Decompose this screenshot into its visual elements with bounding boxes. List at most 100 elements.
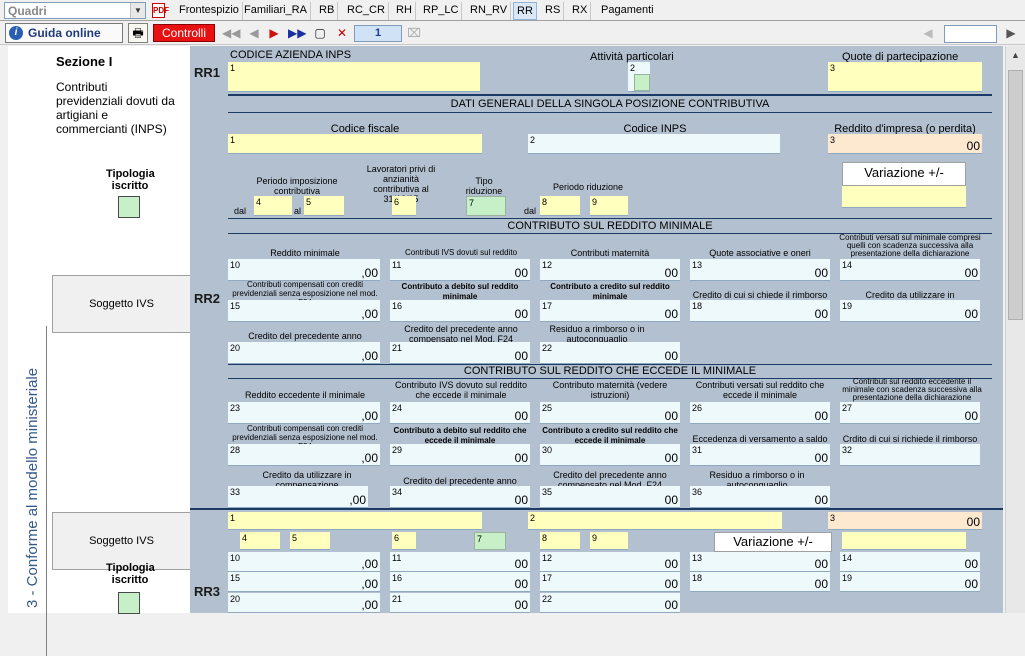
rr3-f17[interactable]: 17 00 — [540, 572, 680, 592]
rr1-label: RR1 — [194, 65, 221, 80]
f16-field[interactable]: 16 00 — [390, 300, 530, 322]
tab-rx[interactable]: RX — [569, 2, 592, 20]
f15-field[interactable]: 15,00 — [228, 300, 380, 322]
tipo-riduzione-field[interactable]: 7 — [466, 196, 506, 216]
reddito-impresa-field[interactable]: 3 00 — [828, 134, 982, 154]
scroll-right-icon[interactable]: ▶ — [1003, 25, 1019, 41]
tab-rb[interactable]: RB — [316, 2, 339, 20]
tipologia-checkbox[interactable] — [118, 196, 140, 218]
f11-field[interactable]: 11 00 — [390, 259, 530, 281]
f29-field[interactable]: 29 00 — [390, 444, 530, 466]
print-icon[interactable]: 🖶 — [128, 23, 148, 43]
rr3-f15[interactable]: 15,00 — [228, 572, 380, 592]
controlli-button[interactable]: Controlli — [153, 24, 215, 42]
periodo-dal-field[interactable]: 4 — [254, 196, 292, 216]
attivita-checkbox[interactable] — [634, 74, 650, 91]
soggetto-ivs-button[interactable]: Soggetto IVS — [52, 275, 191, 333]
sezione-description: Contributi previdenziali dovuti da artig… — [56, 80, 175, 136]
codice-azienda-field[interactable]: 1 — [228, 62, 480, 92]
f24-field[interactable]: 24 00 — [390, 402, 530, 424]
f32-field[interactable]: 32 — [840, 444, 980, 466]
f12-field[interactable]: 12 00 — [540, 259, 680, 281]
f21-field[interactable]: 21 00 — [390, 342, 530, 364]
rr3-f20[interactable]: 20,00 — [228, 593, 380, 613]
tipologia-checkbox-2[interactable] — [118, 592, 140, 614]
clear-icon[interactable]: ⌧ — [406, 25, 422, 41]
next-page-icon[interactable]: ▶ — [266, 25, 282, 41]
rr3-f10[interactable]: 10,00 — [228, 552, 380, 572]
rr3-f6[interactable]: 6 — [392, 532, 416, 550]
f19-field[interactable]: 19 00 — [840, 300, 980, 322]
f10-field[interactable]: 10,00 — [228, 259, 380, 281]
rr3-f4[interactable]: 4 — [240, 532, 280, 550]
guida-online-button[interactable]: i Guida online — [5, 23, 123, 43]
quote-field[interactable]: 3 — [828, 62, 982, 92]
f13-field[interactable]: 13 00 — [690, 259, 830, 281]
page-number-field[interactable]: 1 — [354, 25, 402, 42]
tab-rn-rv[interactable]: RN_RV — [467, 2, 512, 20]
rr3-f18[interactable]: 18 00 — [690, 572, 830, 592]
rr3-f14[interactable]: 14 00 — [840, 552, 980, 572]
rr3-f5[interactable]: 5 — [290, 532, 330, 550]
f36-field[interactable]: 36 00 — [690, 486, 830, 508]
rr3-reddito-impresa[interactable]: 3 00 — [828, 512, 982, 530]
f20-field[interactable]: 20,00 — [228, 342, 380, 364]
pdf-icon[interactable]: PDF — [152, 3, 169, 18]
tab-rp-lc[interactable]: RP_LC — [420, 2, 463, 20]
f34-field[interactable]: 34 00 — [390, 486, 530, 508]
f14-field[interactable]: 14 00 — [840, 259, 980, 281]
rr3-f8[interactable]: 8 — [540, 532, 580, 550]
tab-rh[interactable]: RH — [393, 2, 416, 20]
vertical-scrollbar[interactable]: ▲ — [1005, 46, 1025, 613]
f26-field[interactable]: 26 00 — [690, 402, 830, 424]
codice-fiscale-field[interactable]: 1 — [228, 134, 482, 154]
prev-page-icon[interactable]: ◀ — [246, 25, 262, 41]
f22-field[interactable]: 22 00 — [540, 342, 680, 364]
rr3-f12[interactable]: 12 00 — [540, 552, 680, 572]
scroll-up-icon[interactable]: ▲ — [1008, 50, 1023, 64]
rr3-variazione-field[interactable] — [842, 532, 966, 550]
tab-rr[interactable]: RR — [513, 2, 537, 20]
f23-field[interactable]: 23,00 — [228, 402, 380, 424]
rr3-f21[interactable]: 21 00 — [390, 593, 530, 613]
f17-field[interactable]: 17 00 — [540, 300, 680, 322]
riduzione-al-field[interactable]: 9 — [590, 196, 628, 216]
f27-field[interactable]: 27 00 — [840, 402, 980, 424]
scrollbar-thumb[interactable] — [1008, 70, 1023, 320]
rr3-f7[interactable]: 7 — [474, 532, 506, 550]
riduzione-dal-field[interactable]: 8 — [540, 196, 580, 216]
scroll-left-icon[interactable]: ◀ — [920, 25, 936, 41]
rr3-f11[interactable]: 11 00 — [390, 552, 530, 572]
variazione-field[interactable] — [842, 186, 966, 208]
tab-rs[interactable]: RS — [542, 2, 565, 20]
codice-inps-field[interactable]: 2 — [528, 134, 780, 154]
rr3-codice-inps[interactable]: 2 — [528, 512, 782, 530]
rr3-f16[interactable]: 16 00 — [390, 572, 530, 592]
tab-pagamenti[interactable]: Pagamenti — [598, 2, 657, 20]
f30-field[interactable]: 30 00 — [540, 444, 680, 466]
f28-field[interactable]: 28,00 — [228, 444, 380, 466]
rr3-f9[interactable]: 9 — [590, 532, 628, 550]
new-page-icon[interactable]: ▢ — [312, 25, 328, 41]
tab-rc-cr[interactable]: RC_CR — [344, 2, 389, 20]
lavoratori-field[interactable]: 6 — [392, 196, 416, 216]
last-page-icon[interactable]: ▶▶ — [288, 25, 306, 41]
rr3-codice-fiscale[interactable]: 1 — [228, 512, 482, 530]
f33-field[interactable]: 33,00 — [228, 486, 368, 508]
delete-page-icon[interactable]: ✕ — [334, 25, 350, 41]
vertical-caption: 3 - Conforme al modello ministeriale — [24, 367, 41, 608]
f18-field[interactable]: 18 00 — [690, 300, 830, 322]
search-input[interactable] — [944, 25, 997, 43]
f31-field[interactable]: 31 00 — [690, 444, 830, 466]
quadri-select[interactable]: Quadri ▼ — [4, 2, 146, 19]
tab-familiari-ra[interactable]: Familiari_RA — [241, 2, 311, 20]
rr3-f13[interactable]: 13 00 — [690, 552, 830, 572]
first-page-icon[interactable]: ◀◀ — [222, 25, 240, 41]
periodo-al-field[interactable]: 5 — [304, 196, 344, 216]
f35-field[interactable]: 35 00 — [540, 486, 680, 508]
rr3-f22[interactable]: 22 00 — [540, 593, 680, 613]
chevron-down-icon[interactable]: ▼ — [130, 3, 145, 18]
rr3-f19[interactable]: 19 00 — [840, 572, 980, 592]
f25-field[interactable]: 25 00 — [540, 402, 680, 424]
tab-frontespizio[interactable]: Frontespizio — [176, 2, 243, 20]
